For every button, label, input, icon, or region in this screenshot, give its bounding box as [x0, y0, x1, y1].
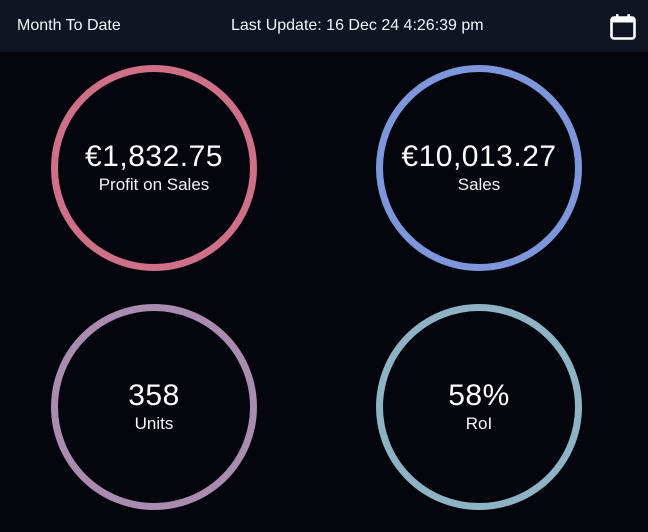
- roi-label: RoI: [465, 414, 493, 433]
- sales-label: Sales: [457, 175, 501, 194]
- profit-on-sales-ring[interactable]: €1,832.75 Profit on Sales: [51, 65, 257, 271]
- last-update-text: Last Update: 16 Dec 24 4:26:39 pm: [231, 17, 484, 34]
- calendar-icon[interactable]: [608, 12, 638, 42]
- period-label[interactable]: Month To Date: [17, 0, 121, 52]
- roi-ring[interactable]: 58% RoI: [376, 304, 582, 510]
- units-value: 358: [128, 379, 180, 412]
- profit-on-sales-label: Profit on Sales: [98, 175, 210, 194]
- profit-on-sales-value: €1,832.75: [85, 140, 223, 173]
- sales-ring[interactable]: €10,013.27 Sales: [376, 65, 582, 271]
- sales-value: €10,013.27: [401, 140, 557, 173]
- units-label: Units: [134, 414, 174, 433]
- units-ring[interactable]: 358 Units: [51, 304, 257, 510]
- top-bar: Month To Date Last Update: 16 Dec 24 4:2…: [0, 0, 648, 52]
- roi-value: 58%: [448, 379, 510, 412]
